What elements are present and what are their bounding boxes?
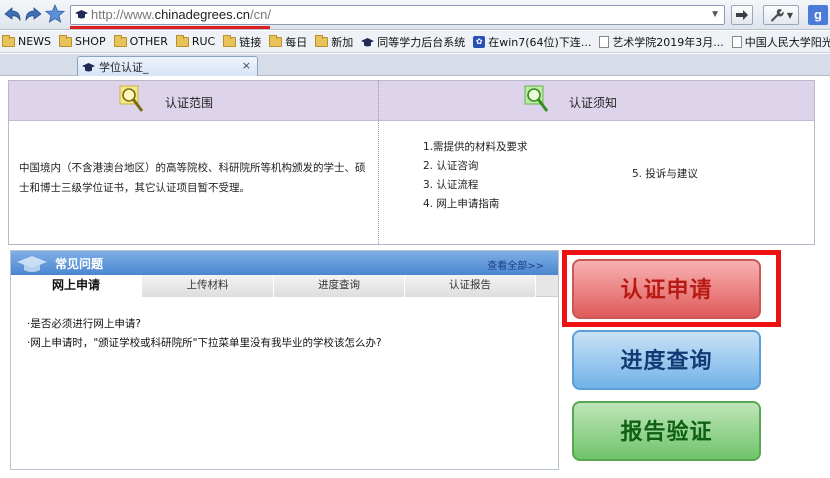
chevron-down-icon[interactable]: ▼ <box>710 6 720 24</box>
folder-icon <box>315 34 329 47</box>
notice-list: 1.需提供的材料及要求 2. 认证咨询 3. 认证流程 4. 网上申请指南 <box>423 138 528 214</box>
faq-panel: 常见问题 查看全部>> 网上申请 上传材料 进度查询 认证报告 ·是否必须进行网… <box>10 250 559 470</box>
folder-icon <box>223 34 237 47</box>
notice-item-materials[interactable]: 1.需提供的材料及要求 <box>423 138 528 157</box>
bookmark-daily[interactable]: 每日 <box>269 34 307 50</box>
bookmark-news[interactable]: NEWS <box>2 34 51 48</box>
wrench-icon <box>770 9 784 22</box>
url-prefix: http://www. <box>91 7 155 22</box>
scope-panel: 中国境内（不含港澳台地区）的高等院校、科研院所等机构颁发的学士、硕士和博士三级学… <box>9 122 378 244</box>
notice-item-consult[interactable]: 2. 认证咨询 <box>423 157 528 176</box>
info-frame: 认证范围 认证须知 中国境内（不含港澳台地区）的高等院校、科研院所等机构颁发的学… <box>8 80 815 245</box>
tab-title: 学位认证_ <box>99 60 149 74</box>
site-favicon-icon <box>75 10 88 19</box>
graduation-cap-icon <box>361 37 375 46</box>
magnifier-green-icon <box>524 85 549 112</box>
tab-online-application[interactable]: 网上申请 <box>11 275 142 297</box>
bookmarks-bar: NEWS SHOP OTHER RUC 链接 每日 新加 同等学力后台系统 ✿ 在… <box>0 31 830 53</box>
notice-item-guide[interactable]: 4. 网上申请指南 <box>423 195 528 214</box>
notice-title: 认证须知 <box>569 96 618 110</box>
faq-question[interactable]: ·网上申请时，"颁证学校或科研院所"下拉菜单里没有我毕业的学校该怎么办? <box>27 335 382 350</box>
scope-text: 中国境内（不含港澳台地区）的高等院校、科研院所等机构颁发的学士、硕士和博士三级学… <box>19 162 366 194</box>
apply-certification-button[interactable]: 认证申请 <box>572 259 761 319</box>
faq-tabs: 网上申请 上传材料 进度查询 认证报告 <box>11 275 558 297</box>
google-search-button[interactable]: g <box>808 5 828 25</box>
bookmark-shop[interactable]: SHOP <box>59 34 106 48</box>
folder-icon <box>59 34 73 47</box>
folder-icon <box>113 34 127 47</box>
report-verify-button[interactable]: 报告验证 <box>572 401 761 461</box>
graduation-cap-icon <box>17 256 47 272</box>
progress-query-button[interactable]: 进度查询 <box>572 330 761 390</box>
go-button[interactable] <box>731 5 753 25</box>
address-bar[interactable]: http://www.chinadegrees.cn/cn/ ▼ <box>70 5 725 25</box>
back-button[interactable] <box>2 3 24 25</box>
bookmark-new[interactable]: 新加 <box>315 34 353 50</box>
back-arrow-icon <box>4 7 21 22</box>
folder-icon <box>269 34 283 47</box>
faq-title: 常见问题 <box>55 257 104 271</box>
magnifier-yellow-icon <box>119 85 144 112</box>
notice-panel: 1.需提供的材料及要求 2. 认证咨询 3. 认证流程 4. 网上申请指南 5.… <box>379 122 814 244</box>
tab-progress-query[interactable]: 进度查询 <box>274 275 405 297</box>
folder-icon <box>2 34 15 47</box>
info-header-bar: 认证范围 认证须知 <box>9 81 814 121</box>
graduation-cap-icon <box>82 62 95 71</box>
tools-menu-button[interactable]: ▼ <box>763 5 799 25</box>
refresh-arrow-icon <box>25 7 42 22</box>
tab-upload-materials[interactable]: 上传材料 <box>142 275 274 297</box>
tab-degree-certification[interactable]: 学位认证_ × <box>77 56 258 76</box>
tab-report[interactable]: 认证报告 <box>405 275 536 297</box>
bookmark-ruc[interactable]: RUC <box>175 34 215 48</box>
notice-item-complaints[interactable]: 5. 投诉与建议 <box>632 166 698 181</box>
forward-button[interactable] <box>22 3 44 25</box>
paw-icon: ✿ <box>473 35 486 48</box>
browser-toolbar: http://www.chinadegrees.cn/cn/ ▼ ▼ g <box>0 0 830 30</box>
view-all-link[interactable]: 查看全部>> <box>487 257 544 272</box>
star-icon <box>45 4 65 23</box>
url-suffix: /cn/ <box>249 7 271 22</box>
notice-item-process[interactable]: 3. 认证流程 <box>423 176 528 195</box>
url-highlight-underline <box>70 26 270 29</box>
url-host: chinadegrees.cn <box>154 7 250 22</box>
bookmark-ruc-admission[interactable]: 中国人民大学阳光招... <box>731 34 830 50</box>
tab-strip: 学位认证_ × <box>0 54 830 76</box>
page-icon <box>731 35 742 48</box>
bookmark-other[interactable]: OTHER <box>113 34 168 48</box>
bookmark-admin-system[interactable]: 同等学力后台系统 <box>361 34 465 50</box>
chevron-down-icon: ▼ <box>786 10 794 20</box>
folder-icon <box>175 34 189 47</box>
page-icon <box>599 35 610 48</box>
close-icon[interactable]: × <box>242 59 251 72</box>
faq-question[interactable]: ·是否必须进行网上申请? <box>27 316 141 331</box>
bookmark-win7[interactable]: ✿ 在win7(64位)下连... <box>473 34 591 50</box>
scope-title: 认证范围 <box>165 96 214 110</box>
faq-header: 常见问题 查看全部>> <box>11 251 558 275</box>
bookmark-art-college[interactable]: 艺术学院2019年3月... <box>599 34 724 50</box>
arrow-right-icon <box>736 10 748 20</box>
bookmark-links[interactable]: 链接 <box>223 34 261 50</box>
favorites-button[interactable] <box>44 3 66 25</box>
